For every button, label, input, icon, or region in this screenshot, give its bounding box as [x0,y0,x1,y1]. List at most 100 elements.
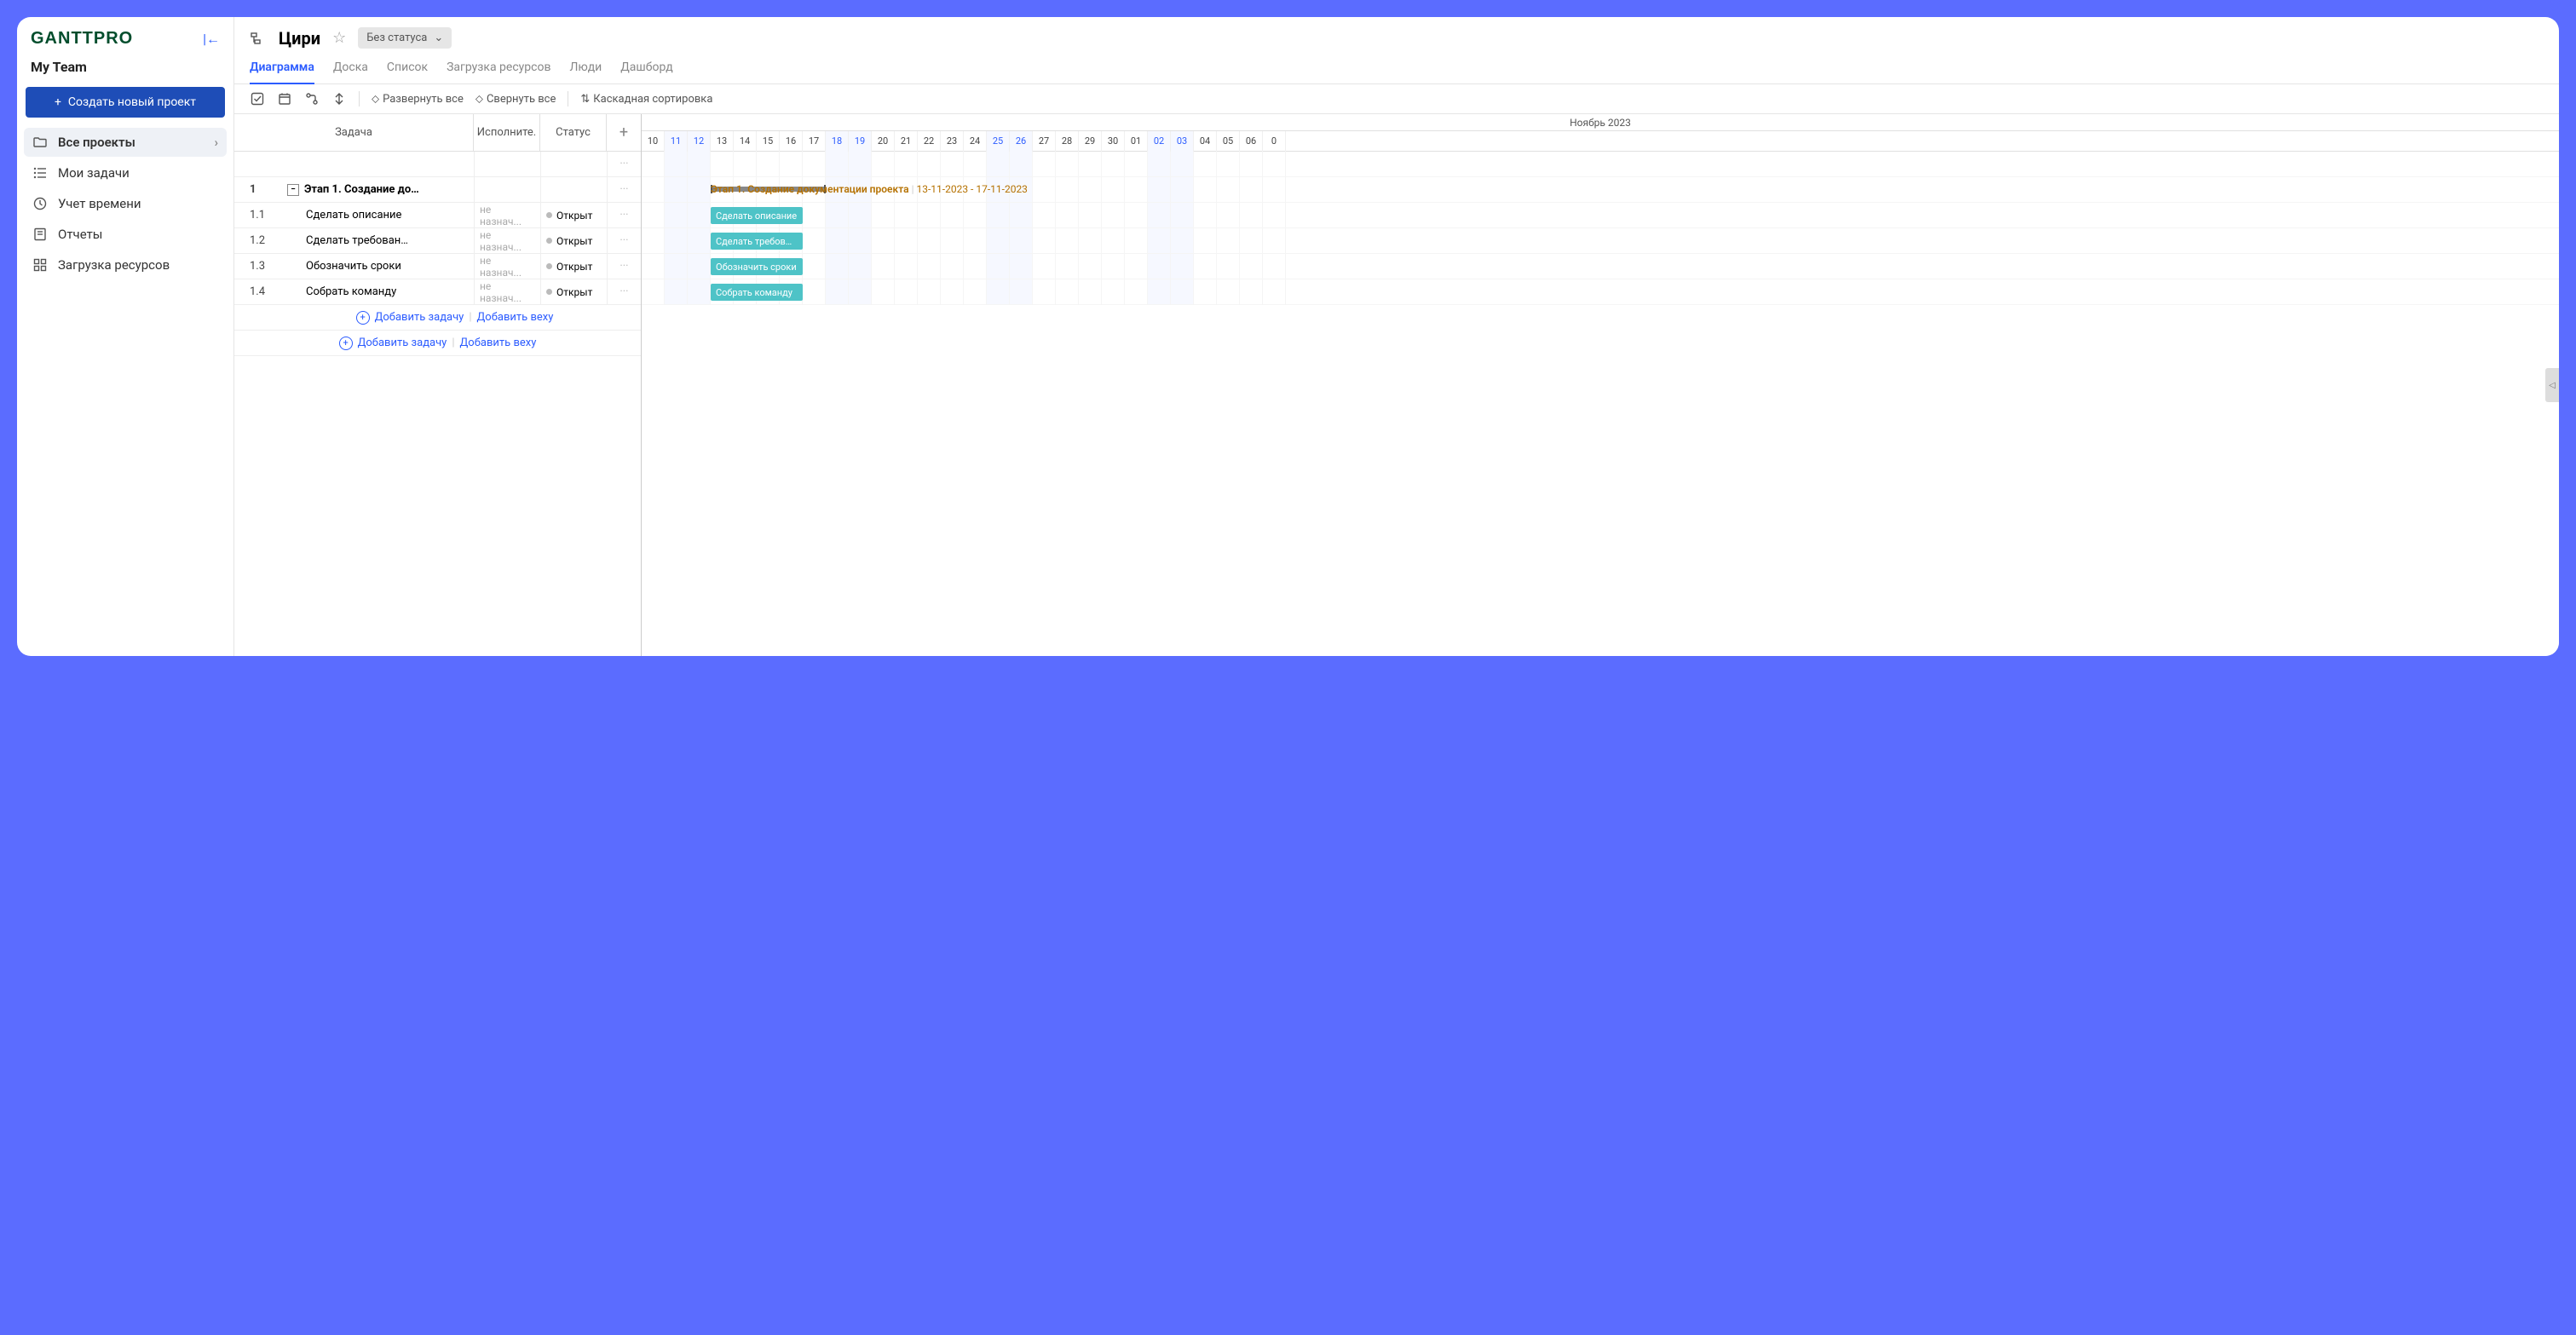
sidebar-item-label: Мои задачи [58,165,130,181]
sidebar-item-time-tracking[interactable]: Учет времени [24,189,227,218]
add-task-button[interactable]: +Добавить задачу [356,311,464,325]
collapse-sidebar-icon[interactable]: |← [203,31,220,48]
add-task-button[interactable]: +Добавить задачу [339,337,447,350]
grid-row-empty: ··· [234,152,641,177]
expand-all-button[interactable]: ⬦ Развернуть все [372,93,464,106]
separator: | [452,337,454,349]
status-label: Открыт [556,235,592,247]
report-icon [32,227,48,242]
task-bar[interactable]: Сделать описание [711,207,803,224]
expand-icon: ⬦ [372,93,379,106]
gantt-content: Задача Исполните. Статус + ··· 1 − [234,114,2559,656]
task-bar[interactable]: Сделать требов… [711,233,803,250]
row-status[interactable]: Открыт [540,254,607,279]
gantt-day: 0 [1263,131,1286,152]
tab-list[interactable]: Список [387,55,428,84]
drawer-handle[interactable]: ◁ [2545,368,2559,402]
grid-row[interactable]: 1.2 Сделать требован… не назнач... Откры… [234,228,641,254]
gantt-day: 01 [1125,131,1148,152]
sidebar-item-my-tasks[interactable]: Мои задачи [24,158,227,187]
add-milestone-button[interactable]: Добавить веху [477,311,554,324]
hierarchy-icon[interactable] [304,91,320,106]
tab-diagram[interactable]: Диаграмма [250,55,314,84]
col-status: Статус [540,114,607,151]
row-status[interactable]: Открыт [540,203,607,227]
critical-path-icon[interactable] [331,91,347,106]
gantt-day: 25 [987,131,1010,152]
row-assignee[interactable]: не назнач... [474,228,540,253]
team-name[interactable]: My Team [17,55,233,87]
gantt-row: Обозначить сроки [642,254,2559,279]
tab-dashboard[interactable]: Дашборд [620,55,672,84]
project-title: Цири [279,28,320,49]
gantt-row: Сделать описание [642,203,2559,228]
gantt-day: 23 [941,131,964,152]
row-status[interactable]: Открыт [540,279,607,304]
sidebar-item-label: Все проекты [58,135,135,150]
status-label: Открыт [556,261,592,273]
gantt-day: 13 [711,131,734,152]
gantt-day: 27 [1033,131,1056,152]
row-assignee[interactable]: не назнач... [474,279,540,304]
gantt-chart[interactable]: Ноябрь 2023 1011121314151617181920212223… [642,114,2559,656]
gantt-day: 29 [1079,131,1102,152]
gantt-day: 18 [826,131,849,152]
star-icon[interactable]: ☆ [332,29,346,47]
sidebar-header: GANTTPRO |← [17,17,233,55]
row-actions[interactable]: ··· [607,152,641,176]
expand-all-label: Развернуть все [383,93,464,106]
status-chip-label: Без статуса [366,32,427,44]
tab-people[interactable]: Люди [569,55,602,84]
gantt-day: 30 [1102,131,1125,152]
chevron-right-icon: › [214,135,218,150]
toolbar: ⬦ Развернуть все ⬦ Свернуть все ⇅ Каскад… [234,84,2559,114]
gantt-day: 11 [665,131,688,152]
row-actions[interactable]: ··· [607,203,641,227]
sidebar-nav: Все проекты › Мои задачи Учет времени О [17,128,233,279]
gantt-day: 10 [642,131,665,152]
task-bar[interactable]: Обозначить сроки [711,258,803,275]
row-num: 1.4 [234,279,282,304]
collapse-all-label: Свернуть все [487,93,556,106]
sidebar-item-workload[interactable]: Загрузка ресурсов [24,250,227,279]
checkbox-icon[interactable] [250,91,265,106]
gantt-day: 28 [1056,131,1079,152]
row-actions[interactable]: ··· [607,177,641,202]
create-project-button[interactable]: + Создать новый проект [26,87,225,118]
sidebar-item-all-projects[interactable]: Все проекты › [24,128,227,157]
calendar-icon[interactable] [277,91,292,106]
chevron-down-icon: ⌄ [434,32,443,44]
project-icon [250,30,267,47]
sort-icon: ⇅ [580,93,590,106]
add-column-button[interactable]: + [607,114,641,151]
row-status[interactable] [540,177,607,202]
cascade-sort-button[interactable]: ⇅ Каскадная сортировка [580,93,712,106]
row-status[interactable]: Открыт [540,228,607,253]
row-task: Обозначить сроки [282,254,474,279]
row-assignee[interactable]: не назнач... [474,203,540,227]
gantt-month-label: Ноябрь 2023 [642,114,2559,131]
collapse-toggle-icon[interactable]: − [287,184,299,196]
row-actions[interactable]: ··· [607,279,641,304]
task-bar[interactable]: Собрать команду [711,284,803,301]
row-actions[interactable]: ··· [607,228,641,253]
grid-row[interactable]: 1.4 Собрать команду не назнач... Открыт … [234,279,641,305]
status-dot-icon [546,263,552,269]
tab-workload[interactable]: Загрузка ресурсов [447,55,550,84]
create-project-label: Создать новый проект [68,95,196,109]
sidebar-item-reports[interactable]: Отчеты [24,220,227,249]
row-assignee[interactable]: не назнач... [474,254,540,279]
collapse-all-button[interactable]: ⬦ Свернуть все [475,93,556,106]
status-chip[interactable]: Без статуса ⌄ [358,27,452,49]
add-milestone-button[interactable]: Добавить веху [460,337,537,349]
add-milestone-label: Добавить веху [477,311,554,324]
grid-row[interactable]: 1.3 Обозначить сроки не назнач... Открыт… [234,254,641,279]
row-actions[interactable]: ··· [607,254,641,279]
main-panel: Цири ☆ Без статуса ⌄ Диаграмма Доска Спи… [234,17,2559,656]
tab-board[interactable]: Доска [333,55,368,84]
grid-row-stage[interactable]: 1 − Этап 1. Создание до… ··· [234,177,641,203]
plus-circle-icon: + [356,311,370,325]
col-assignee: Исполните. [474,114,540,151]
grid-row[interactable]: 1.1 Сделать описание не назнач... Открыт… [234,203,641,228]
row-assignee[interactable] [474,177,540,202]
